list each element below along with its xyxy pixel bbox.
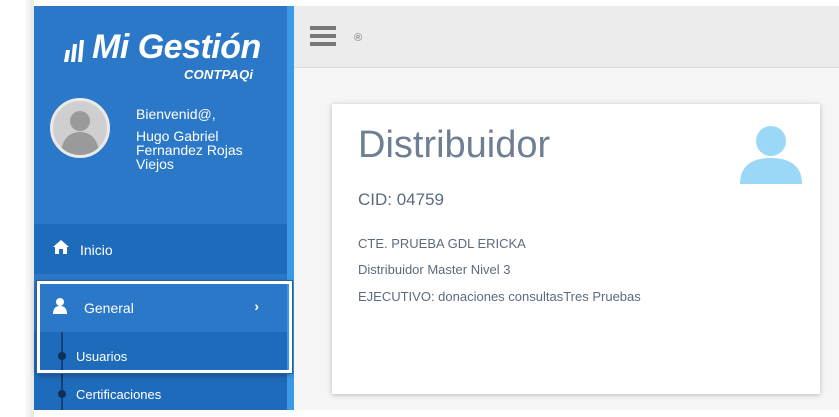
chevron-right-icon: › xyxy=(254,298,259,314)
brand-title: Mi Gestión xyxy=(92,28,261,66)
user-panel: Bienvenid@, Hugo Gabriel Fernandez Rojas… xyxy=(50,98,290,193)
greeting-text: Bienvenid@, xyxy=(136,106,216,122)
registered-mark: ® xyxy=(354,32,363,44)
home-icon xyxy=(53,240,69,254)
submenu-item-label: Usuarios xyxy=(76,349,128,364)
submenu-general: Usuarios Certificaciones xyxy=(34,332,287,410)
distributor-card: Distribuidor CID: 04759 CTE. PRUEBA GDL … xyxy=(332,104,820,394)
main-content: Distribuidor CID: 04759 CTE. PRUEBA GDL … xyxy=(294,68,839,410)
sidebar-item-general[interactable]: General › xyxy=(34,283,287,331)
submenu-item-certificaciones[interactable]: Certificaciones xyxy=(34,376,287,410)
user-silhouette-icon xyxy=(61,111,99,155)
sidebar-item-label: Inicio xyxy=(80,242,113,258)
app-window: Mi Gestión CONTPAQi Bienvenid@, Hugo Gab… xyxy=(0,0,839,417)
signal-bars-icon xyxy=(64,40,84,62)
bullet-icon xyxy=(58,352,66,360)
sidebar-edge xyxy=(287,6,294,410)
executive-text: EJECUTIVO: donaciones consultasTres Prue… xyxy=(358,289,641,304)
sidebar-item-inicio[interactable]: Inicio xyxy=(34,224,287,274)
user-profile-icon xyxy=(740,126,802,184)
bullet-icon xyxy=(58,390,66,398)
sidebar: Mi Gestión CONTPAQi Bienvenid@, Hugo Gab… xyxy=(34,6,294,410)
submenu-item-label: Certificaciones xyxy=(76,387,162,402)
distributor-level: Distribuidor Master Nivel 3 xyxy=(358,262,511,277)
cid-text: CID: 04759 xyxy=(358,190,444,209)
left-gutter xyxy=(0,0,34,417)
top-bar: ® xyxy=(294,6,839,68)
card-title: Distribuidor xyxy=(358,124,551,166)
submenu-item-usuarios[interactable]: Usuarios xyxy=(34,338,287,374)
client-name: CTE. PRUEBA GDL ERICKA xyxy=(358,236,526,251)
user-icon xyxy=(53,298,67,314)
menu-toggle-icon[interactable] xyxy=(310,26,336,46)
user-name: Hugo Gabriel Fernandez Rojas Viejos xyxy=(136,128,243,172)
brand-subtitle: CONTPAQi xyxy=(184,67,254,82)
avatar[interactable] xyxy=(50,98,110,158)
brand-logo[interactable]: Mi Gestión CONTPAQi xyxy=(62,28,272,88)
sidebar-item-label: General xyxy=(84,300,134,316)
